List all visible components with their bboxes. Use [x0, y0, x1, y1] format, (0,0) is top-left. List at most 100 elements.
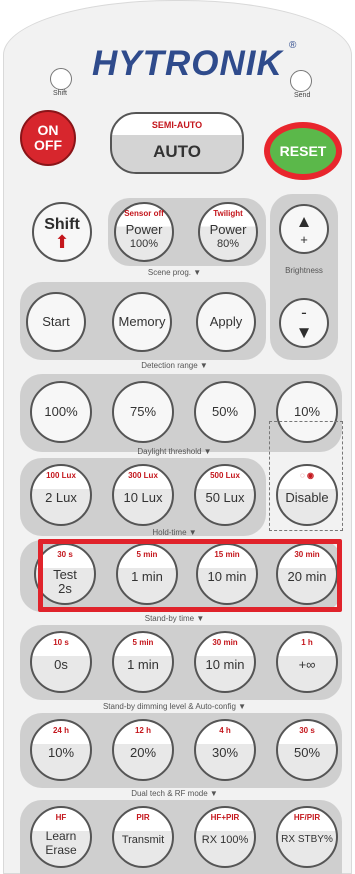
rx-stby-label: RX STBY% [281, 834, 333, 845]
dim-30-button[interactable]: 4 h 30% [194, 719, 256, 781]
brightness-up-button[interactable]: ▲ + [279, 204, 329, 254]
registered-mark: ® [289, 40, 297, 51]
standby-1min-button[interactable]: 5 min 1 min [112, 631, 174, 693]
power-80-button[interactable]: Twilight Power 80% [198, 202, 258, 262]
power-label: Power [209, 222, 247, 237]
twilight-label: Twilight [213, 209, 243, 218]
dim-50-button[interactable]: 30 s 50% [276, 719, 338, 781]
on-off-button[interactable]: ON OFF [20, 110, 76, 166]
rx-stby-button[interactable]: HF/PIR RX STBY% [276, 806, 338, 868]
transmit-button[interactable]: PIR Transmit [112, 806, 174, 868]
dim-label: 10% [47, 745, 75, 760]
range-75-button[interactable]: 75% [112, 381, 174, 443]
power-100-button[interactable]: Sensor off Power 100% [114, 202, 174, 262]
power-label: Power [125, 222, 163, 237]
brightness-panel: ▲ + Brightness - ▼ [270, 194, 338, 360]
brand-logo: HYTRONIK [92, 44, 283, 83]
off-label: OFF [34, 137, 62, 153]
on-label: ON [37, 122, 59, 138]
erase-label: Erase [45, 843, 77, 857]
reset-label: RESET [270, 128, 336, 174]
power-value: 100% [129, 238, 159, 250]
standby-infinite-button[interactable]: 1 h +∞ [276, 631, 338, 693]
range-label: 10% [293, 404, 321, 419]
auto-mode-button[interactable]: SEMI-AUTO AUTO [110, 112, 244, 174]
reset-button[interactable]: RESET [264, 122, 342, 180]
standby-label: 1 min [127, 657, 159, 672]
lux-label: 10 Lux [123, 490, 163, 505]
hf-pir-label: HF+PIR [210, 813, 240, 822]
dimming-label: Stand-by dimming level & Auto-config ▼ [102, 702, 247, 711]
range-50-button[interactable]: 50% [194, 381, 256, 443]
dim-label: 50% [293, 745, 321, 760]
shift-button[interactable]: Shift ⬆ [32, 202, 92, 262]
shift-led-label: Shift [53, 90, 68, 97]
dual-tech-label: Dual tech & RF mode ▼ [131, 789, 218, 798]
memory-label: Memory [118, 314, 166, 329]
lux-shift-label: 500 Lux [210, 471, 240, 480]
dim-10-button[interactable]: 24 h 10% [30, 719, 92, 781]
detection-range-label: Detection range ▼ [141, 361, 208, 370]
lux-50-button[interactable]: 500 Lux 50 Lux [194, 464, 256, 526]
scene-prog-label: Scene prog. ▼ [147, 268, 202, 277]
learn-label: Learn [45, 829, 77, 843]
apply-label: Apply [209, 314, 243, 329]
rx-100-button[interactable]: HF+PIR RX 100% [194, 806, 256, 868]
pir-label: PIR [136, 813, 150, 822]
plus-icon: + [300, 232, 308, 247]
lux-shift-label: 100 Lux [46, 471, 76, 480]
dim-20-button[interactable]: 12 h 20% [112, 719, 174, 781]
infinity-label: +∞ [298, 657, 316, 672]
auto-label: AUTO [153, 142, 201, 161]
start-label: Start [42, 314, 70, 329]
range-100-button[interactable]: 100% [30, 381, 92, 443]
dim-shift-label: 12 h [134, 726, 151, 735]
learn-erase-button[interactable]: HF Learn Erase [30, 806, 92, 868]
hold-time-label: Hold-time ▼ [152, 528, 197, 537]
standby-shift-label: 5 min [132, 638, 154, 647]
transmit-label: Transmit [121, 834, 165, 846]
dim-shift-label: 4 h [219, 726, 231, 735]
lux-shift-label: 300 Lux [128, 471, 158, 480]
brightness-down-button[interactable]: - ▼ [279, 298, 329, 348]
hf-or-pir-label: HF/PIR [293, 813, 321, 822]
send-led [290, 70, 312, 92]
range-label: 100% [44, 404, 78, 419]
arrow-down-icon: ▼ [295, 323, 313, 342]
lux-2-button[interactable]: 100 Lux 2 Lux [30, 464, 92, 526]
standby-label: 0s [54, 657, 68, 672]
apply-button[interactable]: Apply [196, 292, 256, 352]
arrow-up-icon: ▲ [295, 212, 313, 231]
standby-time-label: Stand-by time ▼ [144, 614, 205, 623]
lux-label: 2 Lux [45, 490, 77, 505]
rx-100-label: RX 100% [201, 834, 249, 846]
dim-label: 30% [211, 745, 239, 760]
hf-label: HF [55, 813, 67, 822]
minus-icon: - [301, 303, 307, 322]
standby-shift-label: 30 min [212, 638, 238, 647]
start-button[interactable]: Start [26, 292, 86, 352]
shift-led [50, 68, 72, 90]
sensor-off-label: Sensor off [124, 209, 164, 218]
range-label: 75% [129, 404, 157, 419]
lux-label: 50 Lux [205, 490, 245, 505]
eye-icon: ◌ ◉ [300, 471, 314, 480]
hold-time-highlight [38, 539, 342, 612]
disable-label: Disable [285, 490, 329, 505]
semi-auto-label: SEMI-AUTO [151, 120, 203, 130]
range-label: 50% [211, 404, 239, 419]
dim-label: 20% [129, 745, 157, 760]
standby-0s-button[interactable]: 10 s 0s [30, 631, 92, 693]
standby-10min-button[interactable]: 30 min 10 min [194, 631, 256, 693]
shift-arrow-icon: ⬆ [54, 232, 70, 252]
dim-shift-label: 30 s [299, 726, 315, 735]
power-value: 80% [216, 238, 240, 250]
standby-shift-label: 10 s [53, 638, 69, 647]
standby-shift-label: 1 h [301, 638, 313, 647]
disable-button[interactable]: ◌ ◉ Disable [276, 464, 338, 526]
memory-button[interactable]: Memory [112, 292, 172, 352]
send-led-label: Send [294, 92, 311, 99]
dim-shift-label: 24 h [52, 726, 69, 735]
standby-label: 10 min [205, 657, 245, 672]
lux-10-button[interactable]: 300 Lux 10 Lux [112, 464, 174, 526]
